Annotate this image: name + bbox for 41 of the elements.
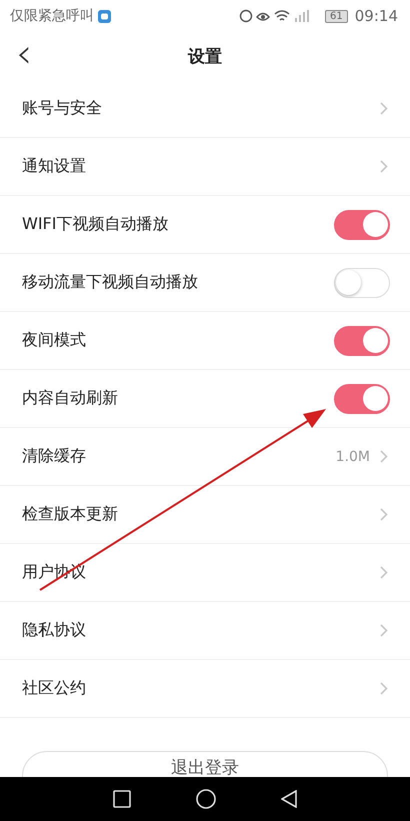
chevron-right-icon: [380, 508, 388, 521]
settings-row[interactable]: 内容自动刷新: [0, 370, 410, 428]
settings-row[interactable]: 通知设置: [0, 138, 410, 196]
settings-row[interactable]: 账号与安全: [0, 80, 410, 138]
chevron-right-icon: [380, 450, 388, 463]
setting-label: WIFI下视频自动播放: [22, 214, 170, 235]
settings-row[interactable]: 隐私协议: [0, 602, 410, 660]
clock-time: 09:14: [354, 7, 398, 25]
settings-row[interactable]: 清除缓存 1.0M: [0, 428, 410, 486]
chevron-right-icon: [380, 566, 388, 579]
recents-icon[interactable]: [112, 790, 131, 808]
chevron-right-icon: [380, 102, 388, 115]
back-button[interactable]: ‹: [12, 34, 36, 74]
settings-row[interactable]: 夜间模式: [0, 312, 410, 370]
settings-row[interactable]: 移动流量下视频自动播放: [0, 254, 410, 312]
back-icon[interactable]: [281, 790, 298, 808]
setting-label: 检查版本更新: [22, 504, 119, 525]
setting-label: 账号与安全: [22, 98, 103, 119]
setting-label: 夜间模式: [22, 330, 87, 351]
setting-label: 移动流量下视频自动播放: [22, 272, 199, 293]
toggle-switch[interactable]: [334, 384, 390, 414]
chevron-right-icon: [380, 160, 388, 173]
cache-size: 1.0M: [336, 448, 370, 464]
toggle-switch[interactable]: [334, 326, 390, 356]
app-notification-icon: [98, 10, 111, 22]
logout-button[interactable]: 退出登录: [22, 751, 388, 777]
chevron-right-icon: [380, 682, 388, 695]
settings-row[interactable]: 社区公约: [0, 660, 410, 718]
page-title: 设置: [188, 46, 222, 68]
toggle-switch[interactable]: [334, 210, 390, 240]
chevron-right-icon: [380, 624, 388, 637]
setting-label: 清除缓存: [22, 446, 87, 467]
setting-label: 社区公约: [22, 678, 87, 699]
home-icon[interactable]: [196, 789, 216, 809]
battery-level: 61: [325, 10, 348, 22]
settings-row[interactable]: 检查版本更新: [0, 486, 410, 544]
carrier-text: 仅限紧急呼叫: [10, 7, 94, 25]
settings-row[interactable]: WIFI下视频自动播放: [0, 196, 410, 254]
setting-label: 隐私协议: [22, 620, 87, 641]
setting-label: 内容自动刷新: [22, 388, 119, 409]
setting-label: 通知设置: [22, 156, 87, 177]
